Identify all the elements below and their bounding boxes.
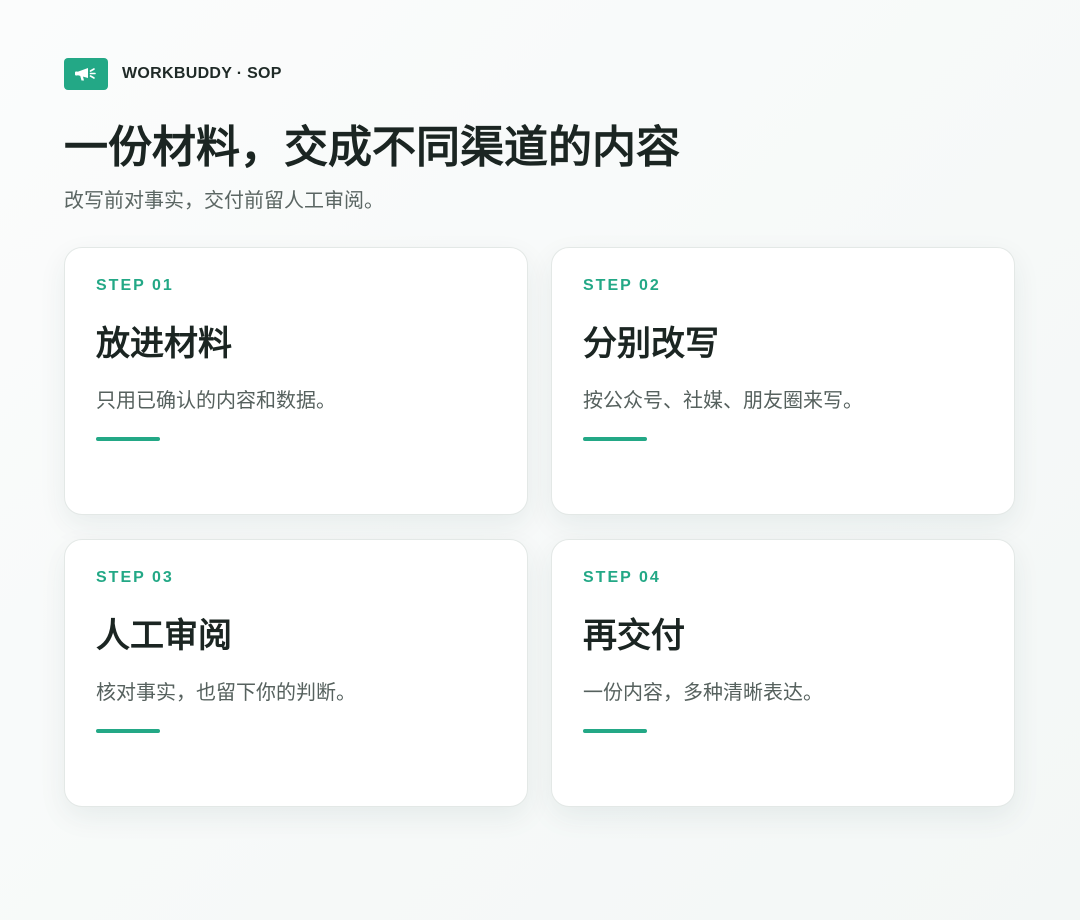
megaphone-icon: [64, 58, 108, 90]
accent-divider: [583, 729, 647, 733]
accent-divider: [96, 437, 160, 441]
step-label: STEP 03: [96, 569, 174, 586]
step-label: STEP 01: [96, 277, 174, 294]
step-title: 放进材料: [96, 324, 232, 364]
step-label: STEP 04: [583, 569, 661, 586]
accent-divider: [583, 437, 647, 441]
brand-name: WORKBUDDY · SOP: [122, 65, 282, 82]
step-title: 人工审阅: [96, 616, 232, 656]
step-title: 再交付: [583, 616, 685, 656]
step-card-3: STEP 03 人工审阅 核对事实，也留下你的判断。: [64, 539, 528, 807]
step-title: 分别改写: [583, 324, 719, 364]
step-description: 只用已确认的内容和数据。: [96, 388, 336, 412]
step-card-4: STEP 04 再交付 一份内容，多种清晰表达。: [551, 539, 1015, 807]
step-label: STEP 02: [583, 277, 661, 294]
step-description: 核对事实，也留下你的判断。: [96, 680, 356, 704]
step-description: 按公众号、社媒、朋友圈来写。: [583, 388, 863, 412]
page-subtitle: 改写前对事实，交付前留人工审阅。: [64, 188, 384, 212]
page-title: 一份材料，交成不同渠道的内容: [64, 122, 680, 173]
step-card-1: STEP 01 放进材料 只用已确认的内容和数据。: [64, 247, 528, 515]
accent-divider: [96, 729, 160, 733]
step-card-2: STEP 02 分别改写 按公众号、社媒、朋友圈来写。: [551, 247, 1015, 515]
brand-header: WORKBUDDY · SOP: [64, 58, 282, 90]
step-description: 一份内容，多种清晰表达。: [583, 680, 823, 704]
